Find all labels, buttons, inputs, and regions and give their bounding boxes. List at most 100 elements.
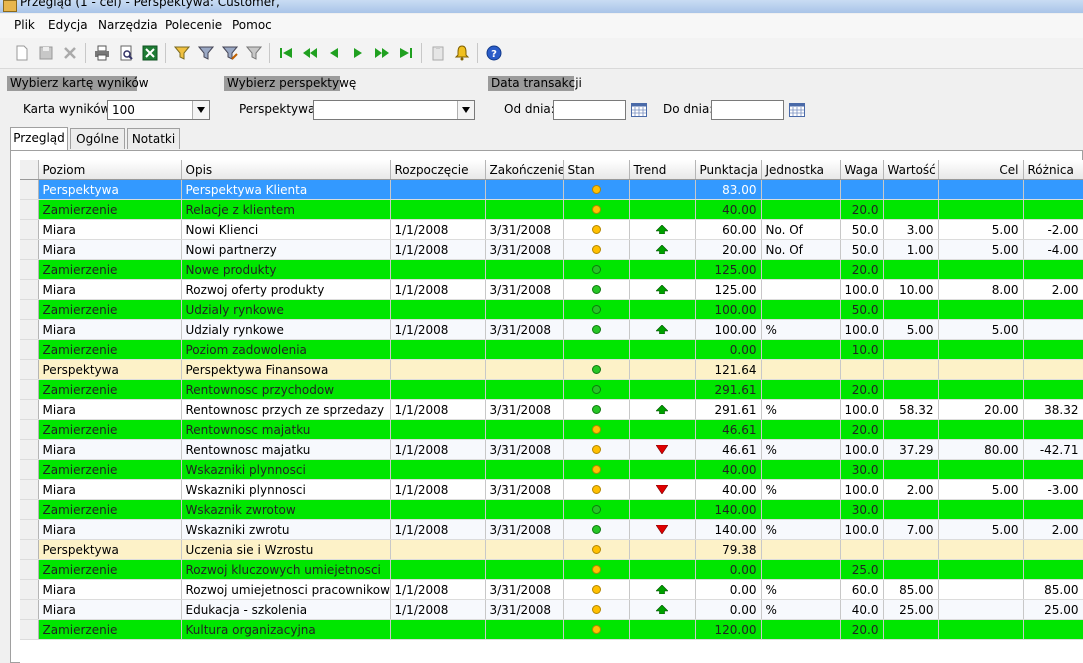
calendar-icon[interactable]	[789, 103, 805, 117]
menu-edycja[interactable]: Edycja	[48, 18, 88, 32]
table-row[interactable]: Perspektywa Uczenia sie i Wzrostu 79.38	[20, 539, 1083, 560]
table-row[interactable]: Miara Rentownosc przych ze sprzedazy 1/1/2…	[20, 399, 1083, 420]
next-page-icon[interactable]	[373, 44, 391, 62]
col-header-poziom[interactable]: Poziom	[38, 160, 182, 180]
row-selector[interactable]	[20, 219, 39, 240]
table-row[interactable]: Miara Udzialy rynkowe 1/1/2008 3/31/2008 100…	[20, 319, 1083, 340]
table-row[interactable]: Zamierzenie Relacje z klientem 40.00 20.0	[20, 199, 1083, 220]
table-row[interactable]: Miara Rozwoj oferty produkty 1/1/2008 3/31/…	[20, 279, 1083, 300]
table-row[interactable]: Perspektywa Perspektywa Klienta 83.00	[20, 179, 1083, 200]
row-selector[interactable]	[20, 379, 39, 400]
menu-polecenie[interactable]: Polecenie	[165, 18, 222, 32]
col-header-zakonczenie[interactable]: Zakończenie	[485, 160, 564, 180]
row-selector[interactable]	[20, 419, 39, 440]
table-row[interactable]: Miara Wskazniki plynnosci 1/1/2008 3/31/200…	[20, 479, 1083, 500]
col-header-stan[interactable]: Stan	[563, 160, 630, 180]
col-header-punktacja[interactable]: Punktacja	[695, 160, 762, 180]
next-record-icon[interactable]	[349, 44, 367, 62]
alert-bell-icon[interactable]	[453, 44, 471, 62]
col-header-waga[interactable]: Waga	[840, 160, 884, 180]
col-header-opis[interactable]: Opis	[181, 160, 391, 180]
table-row[interactable]: Zamierzenie Rentownosc majatku 46.61 20.0	[20, 419, 1083, 440]
menu-pomoc[interactable]: Pomoc	[232, 18, 272, 32]
tab-notatki[interactable]: Notatki	[127, 128, 180, 149]
table-row[interactable]: Miara Rentownosc majatku 1/1/2008 3/31/2008…	[20, 439, 1083, 460]
tab-przeglad[interactable]: Przegląd	[10, 127, 68, 150]
col-header-rozpoczecie[interactable]: Rozpoczęcie	[390, 160, 486, 180]
table-row[interactable]: Zamierzenie Wskazniki plynnosci 40.00 30.0	[20, 459, 1083, 480]
previous-record-icon[interactable]	[325, 44, 343, 62]
table-row[interactable]: Zamierzenie Rozwoj kluczowych umiejetnosc…	[20, 559, 1083, 580]
row-selector[interactable]	[20, 539, 39, 560]
filter-apply-icon[interactable]	[197, 44, 215, 62]
row-selector[interactable]	[20, 179, 39, 200]
row-selector[interactable]	[20, 579, 39, 600]
first-record-icon[interactable]	[277, 44, 295, 62]
row-selector[interactable]	[20, 319, 39, 340]
new-icon[interactable]	[13, 44, 31, 62]
row-selector[interactable]	[20, 559, 39, 580]
table-row[interactable]: Miara Rozwoj umiejetnosci pracownikow 1/1/…	[20, 579, 1083, 600]
menu-plik[interactable]: Plik	[14, 18, 35, 32]
tab-ogolne[interactable]: Ogólne	[70, 128, 125, 149]
calendar-icon[interactable]	[631, 103, 647, 117]
menu-narzedzia[interactable]: Narzędzia	[98, 18, 158, 32]
filter-icon[interactable]	[173, 44, 191, 62]
table-row[interactable]: Zamierzenie Nowe produkty 125.00 20.0	[20, 259, 1083, 280]
row-selector[interactable]	[20, 399, 39, 420]
row-selector[interactable]	[20, 499, 39, 520]
help-icon[interactable]: ?	[485, 44, 503, 62]
cell-start	[390, 299, 486, 320]
row-selector[interactable]	[20, 479, 39, 500]
table-row[interactable]: Perspektywa Perspektywa Finansowa 121.64	[20, 359, 1083, 380]
chevron-down-icon[interactable]	[457, 101, 474, 119]
table-row[interactable]: Miara Nowi Klienci 1/1/2008 3/31/2008 60.00 N…	[20, 219, 1083, 240]
table-row[interactable]: Miara Nowi partnerzy 1/1/2008 3/31/2008 20.0…	[20, 239, 1083, 260]
save-icon[interactable]	[37, 44, 55, 62]
row-selector[interactable]	[20, 339, 39, 360]
row-selector[interactable]	[20, 199, 39, 220]
last-record-icon[interactable]	[397, 44, 415, 62]
col-header-wartosc[interactable]: Wartość	[883, 160, 939, 180]
print-preview-icon[interactable]	[117, 44, 135, 62]
table-row[interactable]: Zamierzenie Rentownosc przychodow 291.61 20…	[20, 379, 1083, 400]
col-header-trend[interactable]: Trend	[629, 160, 696, 180]
col-header-roznica[interactable]: Różnica	[1023, 160, 1083, 180]
row-selector[interactable]	[20, 239, 39, 260]
cell-trend	[629, 499, 696, 520]
row-selector[interactable]	[20, 279, 39, 300]
filter-clear-icon[interactable]	[245, 44, 263, 62]
row-selector[interactable]	[20, 299, 39, 320]
scorecard-combo[interactable]: 100	[107, 100, 210, 120]
row-selector[interactable]	[20, 359, 39, 380]
cell-opis: Rozwoj kluczowych umiejetnosci	[181, 559, 391, 580]
table-row[interactable]: Miara Wskazniki zwrotu 1/1/2008 3/31/2008 14…	[20, 519, 1083, 540]
table-row[interactable]: Zamierzenie Wskaznik zwrotow 140.00 30.0	[20, 499, 1083, 520]
previous-page-icon[interactable]	[301, 44, 319, 62]
date-from-input[interactable]	[553, 100, 626, 120]
filter-edit-icon[interactable]	[221, 44, 239, 62]
cell-cel: 20.00	[938, 399, 1024, 420]
row-selector[interactable]	[20, 619, 39, 640]
row-selector[interactable]	[20, 439, 39, 460]
col-header-cel[interactable]: Cel	[938, 160, 1024, 180]
row-selector[interactable]	[20, 259, 39, 280]
row-selector[interactable]	[20, 459, 39, 480]
chevron-down-icon[interactable]	[192, 101, 209, 119]
delete-icon[interactable]	[61, 44, 79, 62]
perspective-combo[interactable]	[313, 100, 475, 120]
table-row[interactable]: Zamierzenie Kultura organizacyjna 120.00 20…	[20, 619, 1083, 640]
attachment-icon[interactable]	[429, 44, 447, 62]
col-header-jednostka[interactable]: Jednostka	[761, 160, 841, 180]
row-selector[interactable]	[20, 519, 39, 540]
table-row[interactable]: Miara Edukacja - szkolenia 1/1/2008 3/31/20…	[20, 599, 1083, 620]
cell-jednostka	[761, 499, 841, 520]
table-row[interactable]: Zamierzenie Poziom zadowolenia 0.00 10.0	[20, 339, 1083, 360]
excel-export-icon[interactable]	[141, 44, 159, 62]
date-to-input[interactable]	[711, 100, 784, 120]
print-icon[interactable]	[93, 44, 111, 62]
cell-cel: 5.00	[938, 319, 1024, 340]
table-row[interactable]: Zamierzenie Udzialy rynkowe 100.00 50.0	[20, 299, 1083, 320]
row-selector[interactable]	[20, 599, 39, 620]
cell-punktacja: 40.00	[695, 199, 762, 220]
